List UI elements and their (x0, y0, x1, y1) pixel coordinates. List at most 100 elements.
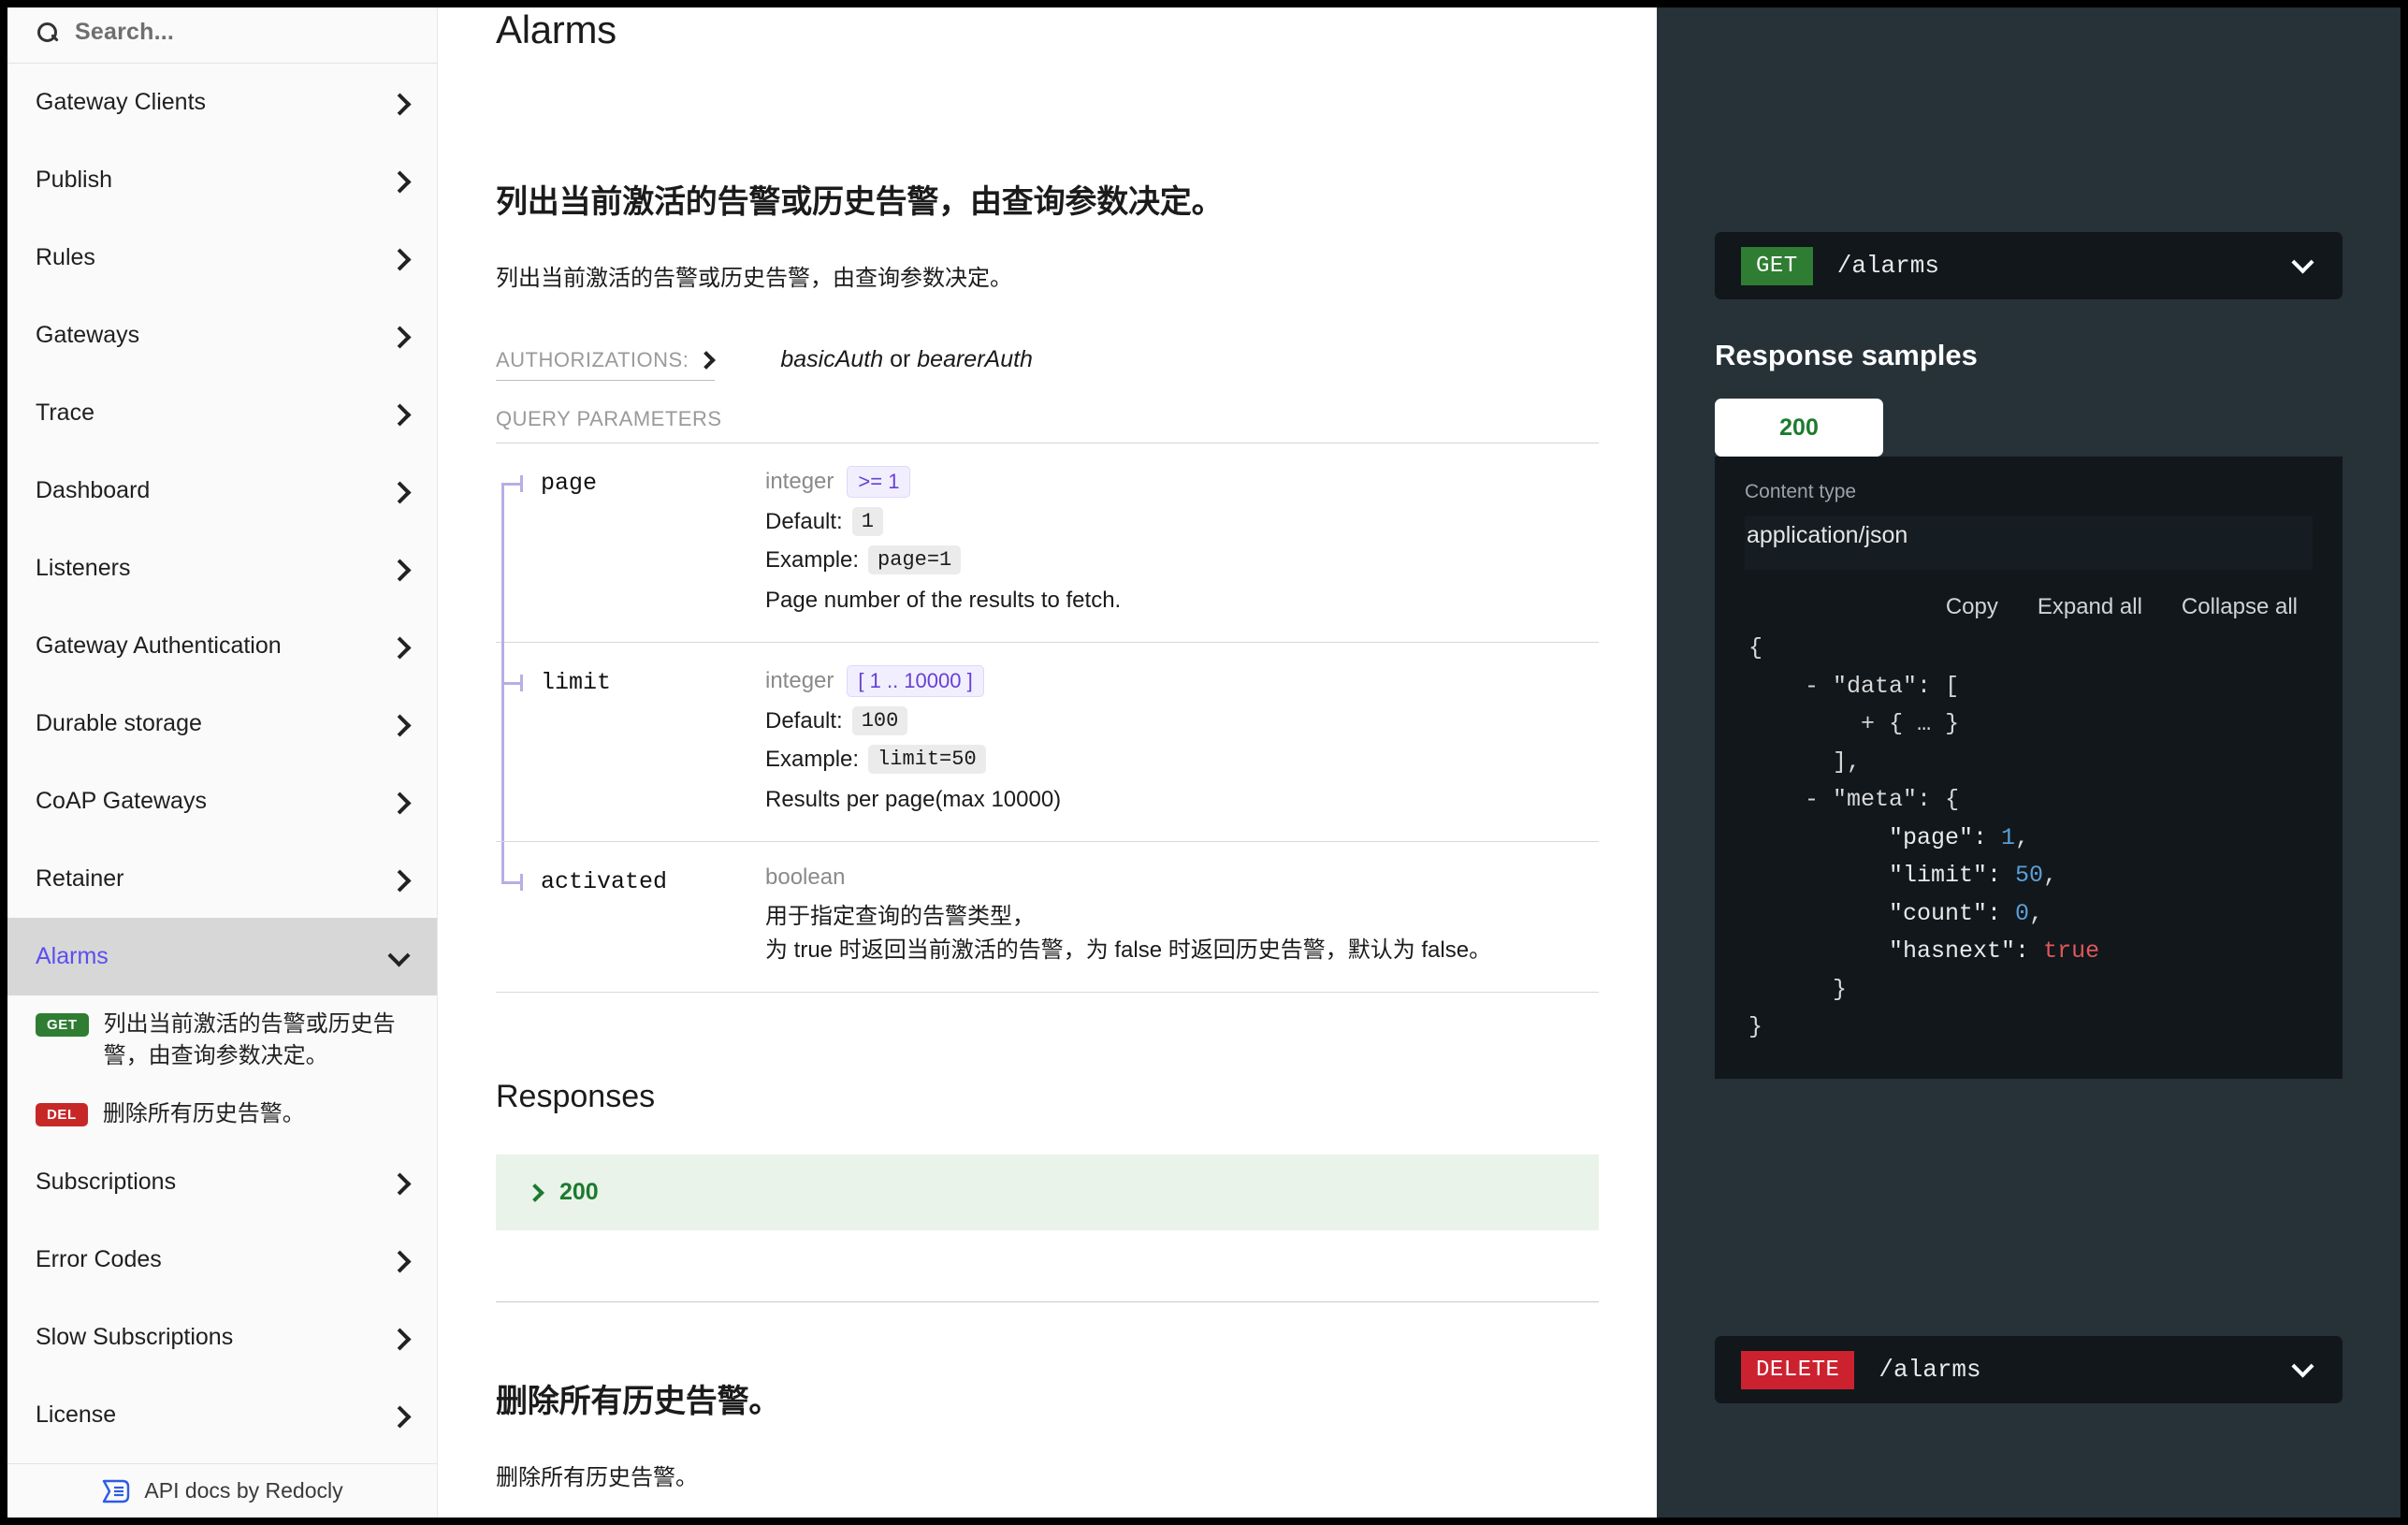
response-row-200[interactable]: 200 (496, 1155, 1599, 1230)
content-type-label: Content type (1745, 481, 2313, 503)
authorizations-toggle[interactable]: AUTHORIZATIONS: (496, 348, 715, 381)
method-chip-delete: DELETE (1741, 1351, 1854, 1389)
sidebar-item-label: Trace (36, 399, 94, 427)
sidebar-item-label: Slow Subscriptions (36, 1324, 233, 1351)
chevron-right-icon (388, 1250, 409, 1271)
chevron-right-icon (388, 559, 409, 579)
parameter-example-label: Example: (765, 547, 859, 574)
parameter-example-value: limit=50 (868, 745, 986, 774)
sidebar-item-trace[interactable]: Trace (7, 374, 437, 452)
responses-title: Responses (496, 1079, 1599, 1115)
sidebar-item-alarms[interactable]: Alarms (7, 918, 437, 995)
authorizations-label: AUTHORIZATIONS: (496, 348, 689, 372)
parameter-type-line: integer [ 1 .. 10000 ] (765, 665, 1599, 697)
sidebar-item-dashboard[interactable]: Dashboard (7, 452, 437, 530)
chevron-right-icon (388, 636, 409, 657)
parameter-example-value: page=1 (868, 545, 961, 574)
sidebar-operation-delete-alarms[interactable]: DEL 删除所有历史告警。 (7, 1085, 437, 1143)
sidebar-item-label: Durable storage (36, 710, 202, 737)
tree-line-cap (520, 675, 523, 691)
copy-button[interactable]: Copy (1946, 594, 1998, 620)
content-type-value[interactable]: application/json (1745, 516, 2313, 570)
sidebar-item-gateway-clients[interactable]: Gateway Clients (7, 64, 437, 141)
expand-all-button[interactable]: Expand all (2038, 594, 2142, 620)
sidebar-item-rules[interactable]: Rules (7, 219, 437, 297)
tree-line-branch (501, 483, 522, 486)
chevron-right-icon (698, 352, 715, 369)
chevron-right-icon (388, 326, 409, 346)
chevron-right-icon (388, 1405, 409, 1426)
sidebar-item-retainer[interactable]: Retainer (7, 840, 437, 918)
method-badge-get: GET (36, 1013, 89, 1037)
response-status-tab-label: 200 (1779, 414, 1819, 442)
sidebar-item-subscriptions[interactable]: Subscriptions (7, 1143, 437, 1221)
parameter-range: [ 1 .. 10000 ] (847, 665, 983, 697)
sidebar-nav: Gateway Clients Publish Rules Gateways T… (7, 64, 437, 1463)
endpoint-bar-get[interactable]: GET /alarms (1715, 232, 2343, 299)
sidebar-item-coap-gateways[interactable]: CoAP Gateways (7, 762, 437, 840)
collapse-all-button[interactable]: Collapse all (2182, 594, 2298, 620)
response-status-tab-200[interactable]: 200 (1715, 399, 1883, 457)
sidebar-item-label: Dashboard (36, 477, 150, 504)
sidebar-item-slow-subscriptions[interactable]: Slow Subscriptions (7, 1299, 437, 1376)
sidebar-item-label: Gateway Authentication (36, 632, 282, 660)
parameter-type: integer (765, 469, 834, 495)
chevron-right-icon (388, 170, 409, 191)
tree-line-vertical (501, 842, 504, 881)
parameter-name-cell: activated (496, 842, 765, 992)
parameter-name-cell: page (496, 443, 765, 642)
sidebar-item-label: Subscriptions (36, 1169, 176, 1196)
sidebar-item-label: CoAP Gateways (36, 788, 207, 815)
sidebar-item-label: Alarms (36, 943, 109, 970)
sidebar-footer-label: API docs by Redocly (144, 1478, 342, 1503)
parameter-example-label: Example: (765, 747, 859, 773)
chevron-down-icon[interactable] (2292, 254, 2313, 274)
sidebar-item-label: Gateway Clients (36, 89, 206, 116)
search-placeholder: Search... (75, 19, 174, 46)
sidebar-item-license[interactable]: License (7, 1376, 437, 1454)
code-actions: Copy Expand all Collapse all (1745, 594, 2313, 620)
chevron-right-icon (528, 1183, 544, 1203)
chevron-right-icon (388, 481, 409, 501)
operation-title-delete: 删除所有历史告警。 (496, 1375, 1599, 1421)
chevron-right-icon (388, 714, 409, 734)
chevron-down-icon[interactable] (2292, 1358, 2313, 1378)
sidebar-item-durable-storage[interactable]: Durable storage (7, 685, 437, 762)
main-content: Alarms 列出当前激活的告警或历史告警，由查询参数决定。 列出当前激活的告警… (438, 7, 1657, 1518)
response-status-code: 200 (559, 1179, 599, 1206)
chevron-right-icon (388, 1328, 409, 1348)
section-divider (496, 1301, 1599, 1302)
parameter-type: boolean (765, 864, 845, 891)
parameter-name: page (541, 470, 597, 497)
chevron-right-icon (388, 1172, 409, 1193)
operation-title-get: 列出当前激活的告警或历史告警，由查询参数决定。 (496, 176, 1599, 222)
sidebar-footer[interactable]: API docs by Redocly (7, 1463, 437, 1518)
tree-line-cap (520, 475, 523, 492)
sidebar-item-label: Gateways (36, 322, 139, 349)
sidebar-item-label: Rules (36, 244, 95, 271)
sidebar-item-gateway-authentication[interactable]: Gateway Authentication (7, 607, 437, 685)
json-response-sample: { - "data": [ + { … } ], - "meta": { "pa… (1745, 630, 2313, 1047)
sidebar-item-error-codes[interactable]: Error Codes (7, 1221, 437, 1299)
parameter-default-label: Default: (765, 509, 843, 535)
authorizations-value: basicAuth or bearerAuth (780, 346, 1033, 373)
sidebar-item-listeners[interactable]: Listeners (7, 530, 437, 607)
response-sample-box: Content type application/json Copy Expan… (1715, 457, 2343, 1079)
sidebar-operation-get-alarms[interactable]: GET 列出当前激活的告警或历史告警，由查询参数决定。 (7, 995, 437, 1085)
page-title: Alarms (496, 7, 1599, 52)
response-samples-title: Response samples (1715, 339, 2343, 372)
parameter-range: >= 1 (847, 466, 910, 498)
parameter-description-line1: 用于指定查询的告警类型， (765, 900, 1599, 934)
operation-description-get: 列出当前激活的告警或历史告警，由查询参数决定。 (496, 259, 1599, 292)
parameter-example-line: Example: page=1 (765, 545, 1599, 574)
endpoint-path-delete: /alarms (1879, 1356, 1980, 1384)
parameter-row-limit: limit integer [ 1 .. 10000 ] Default: 10… (496, 643, 1599, 842)
chevron-right-icon (388, 403, 409, 424)
sidebar-item-gateways[interactable]: Gateways (7, 297, 437, 374)
query-parameters-list: page integer >= 1 Default: 1 Example: (496, 443, 1599, 993)
parameter-body: integer >= 1 Default: 1 Example: page=1 … (765, 443, 1599, 642)
endpoint-bar-delete[interactable]: DELETE /alarms (1715, 1336, 2343, 1403)
search-input[interactable]: Search... (7, 7, 437, 64)
sidebar-item-publish[interactable]: Publish (7, 141, 437, 219)
operation-description-delete: 删除所有历史告警。 (496, 1459, 1599, 1491)
